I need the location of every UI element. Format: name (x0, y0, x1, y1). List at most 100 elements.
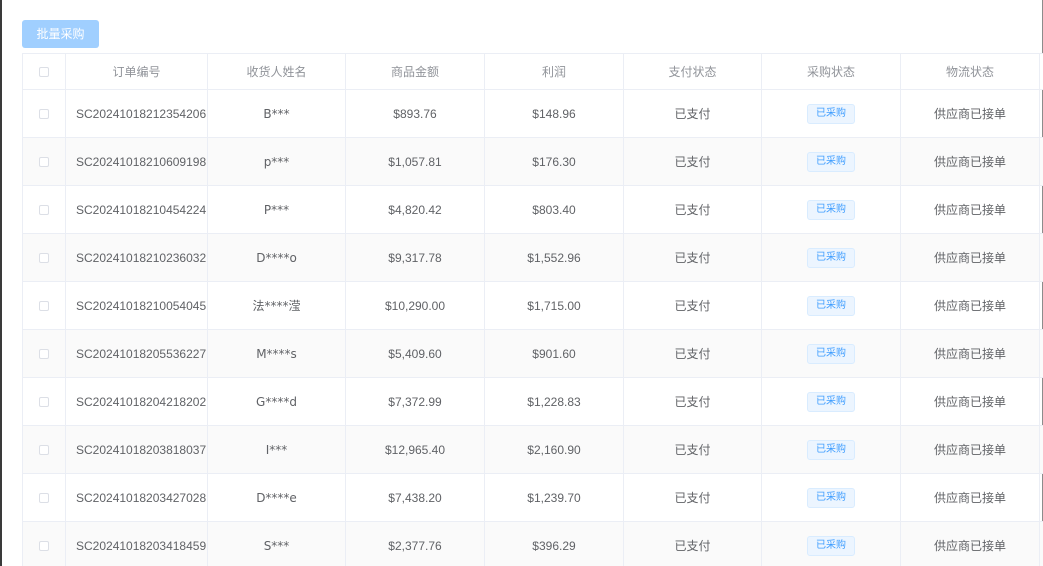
logistics-status-cell: 供应商已接单 (900, 377, 1040, 426)
order-no-cell: SC20241018210236032 (65, 233, 208, 282)
row-select-cell (22, 425, 66, 474)
table-row: SC20241018212354206 B*** $893.76 $148.96… (22, 89, 1043, 138)
row-checkbox[interactable] (39, 157, 49, 168)
amount-cell: $893.76 (345, 89, 485, 138)
order-list-page: 批量采购 订单编号 收货人姓名 商品金额 利润 支付状态 采购状态 物流状态 S… (0, 0, 1043, 566)
amount-cell: $12,965.40 (345, 425, 485, 474)
header-purchase-status: 采购状态 (761, 53, 901, 90)
purchase-status-cell: 已采购 (761, 473, 901, 522)
table-row: SC20241018203418459 S*** $2,377.76 $396.… (22, 521, 1043, 566)
logistics-status-cell: 供应商已接单 (900, 137, 1040, 186)
recipient-cell: P*** (207, 185, 346, 234)
purchase-status-tag: 已采购 (807, 295, 855, 316)
recipient-cell: p*** (207, 137, 346, 186)
purchase-status-cell: 已采购 (761, 425, 901, 474)
row-checkbox[interactable] (39, 205, 49, 216)
payment-status-cell: 已支付 (623, 233, 762, 282)
amount-cell: $1,057.81 (345, 137, 485, 186)
header-logistics-status: 物流状态 (900, 53, 1040, 90)
row-select-cell (22, 281, 66, 330)
recipient-cell: M****s (207, 329, 346, 378)
purchase-status-cell: 已采购 (761, 185, 901, 234)
extra-cell (1039, 185, 1043, 234)
purchase-status-tag: 已采购 (807, 391, 855, 412)
payment-status-cell: 已支付 (623, 89, 762, 138)
row-checkbox[interactable] (39, 109, 49, 120)
order-no-cell: SC20241018203427028 (65, 473, 208, 522)
header-profit: 利润 (484, 53, 624, 90)
logistics-status-cell: 供应商已接单 (900, 89, 1040, 138)
order-no-cell: SC20241018205536227 (65, 329, 208, 378)
row-select-cell (22, 233, 66, 282)
purchase-status-cell: 已采购 (761, 521, 901, 566)
row-checkbox[interactable] (39, 253, 49, 264)
order-no-cell: SC20241018210054045 (65, 281, 208, 330)
row-select-cell (22, 137, 66, 186)
header-amount: 商品金额 (345, 53, 485, 90)
extra-cell (1039, 329, 1043, 378)
batch-purchase-button[interactable]: 批量采购 (22, 20, 99, 48)
row-checkbox[interactable] (39, 445, 49, 456)
profit-cell: $1,228.83 (484, 377, 624, 426)
recipient-cell: S*** (207, 521, 346, 566)
order-no-cell: SC20241018212354206 (65, 89, 208, 138)
logistics-status-cell: 供应商已接单 (900, 281, 1040, 330)
order-no-cell: SC20241018210609198 (65, 137, 208, 186)
table-row: SC20241018203818037 I*** $12,965.40 $2,1… (22, 425, 1043, 474)
amount-cell: $7,372.99 (345, 377, 485, 426)
logistics-status-cell: 供应商已接单 (900, 329, 1040, 378)
purchase-status-tag: 已采购 (807, 439, 855, 460)
purchase-status-cell: 已采购 (761, 137, 901, 186)
header-order-no: 订单编号 (65, 53, 208, 90)
payment-status-cell: 已支付 (623, 281, 762, 330)
recipient-cell: 法****滢 (207, 281, 346, 330)
row-checkbox[interactable] (39, 301, 49, 312)
profit-cell: $803.40 (484, 185, 624, 234)
logistics-status-cell: 供应商已接单 (900, 425, 1040, 474)
recipient-cell: D****e (207, 473, 346, 522)
orders-table-container: 订单编号 收货人姓名 商品金额 利润 支付状态 采购状态 物流状态 SC2024… (22, 53, 1043, 566)
row-select-cell (22, 89, 66, 138)
payment-status-cell: 已支付 (623, 185, 762, 234)
profit-cell: $1,552.96 (484, 233, 624, 282)
payment-status-cell: 已支付 (623, 329, 762, 378)
amount-cell: $5,409.60 (345, 329, 485, 378)
order-no-cell: SC20241018204218202 (65, 377, 208, 426)
purchase-status-cell: 已采购 (761, 329, 901, 378)
row-checkbox[interactable] (39, 397, 49, 408)
profit-cell: $148.96 (484, 89, 624, 138)
purchase-status-tag: 已采购 (807, 199, 855, 220)
extra-cell (1039, 473, 1043, 522)
table-row: SC20241018210454224 P*** $4,820.42 $803.… (22, 185, 1043, 234)
row-checkbox[interactable] (39, 541, 49, 552)
logistics-status-cell: 供应商已接单 (900, 185, 1040, 234)
window-edge-left (0, 0, 2, 566)
row-checkbox[interactable] (39, 493, 49, 504)
order-no-cell: SC20241018210454224 (65, 185, 208, 234)
row-checkbox[interactable] (39, 349, 49, 360)
table-row: SC20241018205536227 M****s $5,409.60 $90… (22, 329, 1043, 378)
table-header-row: 订单编号 收货人姓名 商品金额 利润 支付状态 采购状态 物流状态 (22, 53, 1043, 90)
extra-cell (1039, 233, 1043, 282)
profit-cell: $396.29 (484, 521, 624, 566)
header-select-all-cell (22, 53, 66, 90)
purchase-status-cell: 已采购 (761, 89, 901, 138)
order-no-cell: SC20241018203818037 (65, 425, 208, 474)
extra-cell (1039, 137, 1043, 186)
row-select-cell (22, 185, 66, 234)
amount-cell: $10,290.00 (345, 281, 485, 330)
purchase-status-cell: 已采购 (761, 233, 901, 282)
profit-cell: $2,160.90 (484, 425, 624, 474)
table-row: SC20241018210236032 D****o $9,317.78 $1,… (22, 233, 1043, 282)
header-extra-column (1039, 53, 1043, 90)
row-select-cell (22, 377, 66, 426)
row-select-cell (22, 473, 66, 522)
recipient-cell: G****d (207, 377, 346, 426)
recipient-cell: I*** (207, 425, 346, 474)
purchase-status-tag: 已采购 (807, 343, 855, 364)
logistics-status-cell: 供应商已接单 (900, 473, 1040, 522)
payment-status-cell: 已支付 (623, 425, 762, 474)
payment-status-cell: 已支付 (623, 137, 762, 186)
payment-status-cell: 已支付 (623, 473, 762, 522)
select-all-checkbox[interactable] (39, 67, 49, 77)
